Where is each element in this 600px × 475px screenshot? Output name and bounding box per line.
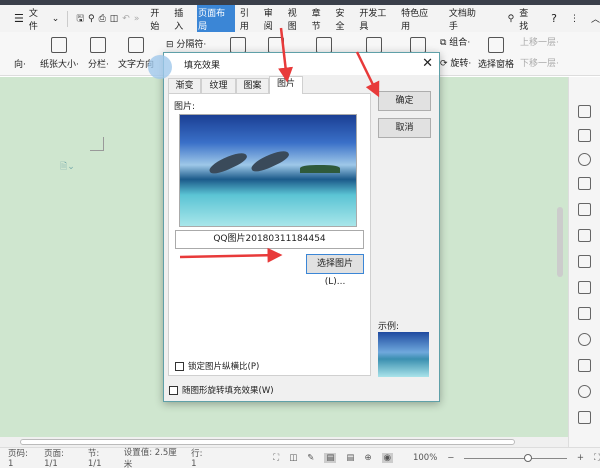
arrow-to-ok	[355, 51, 380, 98]
arrow-to-select-picture	[179, 247, 283, 263]
arrow-to-picture-tab	[278, 27, 294, 83]
annotation-arrows	[179, 27, 380, 263]
